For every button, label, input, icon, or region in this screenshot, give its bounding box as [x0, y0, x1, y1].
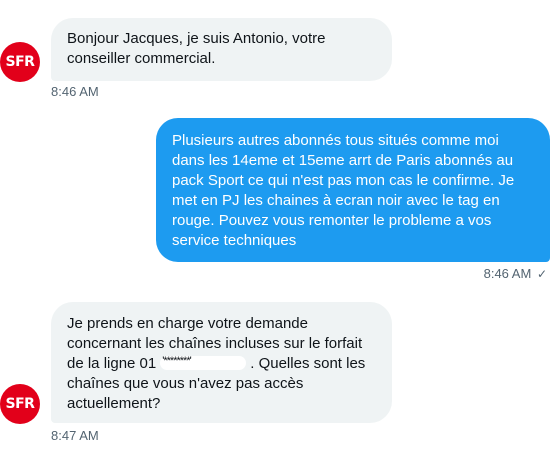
message-line: rouge. Pouvez vous remonter le probleme …: [172, 212, 492, 229]
message-line: concernant les chaînes incluses sur le f…: [67, 335, 363, 352]
message-timestamp: 8:46 AM: [483, 266, 532, 281]
outgoing-message-bubble: Plusieurs autres abonnés tous situés com…: [156, 118, 550, 262]
message-timestamp: 8:46 AM: [51, 84, 99, 99]
message-line: Je prends en charge votre demande: [67, 315, 308, 332]
message-line: Plusieurs autres abonnés tous situés com…: [172, 132, 499, 149]
message-line: service techniques: [172, 232, 297, 249]
message-line: pack Sport ce qui n'est pas mon cas le c…: [172, 172, 515, 189]
message-line: met en PJ les chaines à ecran noir avec …: [172, 192, 500, 209]
incoming-message-bubble: Je prends en charge votre demande concer…: [51, 302, 392, 423]
sfr-avatar[interactable]: SFR: [0, 384, 40, 424]
avatar-logo-text: SFR: [5, 54, 35, 70]
avatar-logo-text: SFR: [5, 396, 35, 412]
redacted-phone-number: '********': [160, 355, 247, 370]
redacted-text: '********': [162, 355, 191, 367]
sfr-avatar[interactable]: SFR: [0, 42, 40, 82]
message-line: chaînes que vous n'avez pas accès: [67, 375, 304, 392]
message-line: actuellement?: [67, 395, 161, 412]
message-timestamp-row: 8:46 AM ✓: [484, 266, 547, 281]
message-text: . Quelles sont les: [250, 355, 366, 372]
sent-check-icon: ✓: [536, 267, 547, 281]
message-line: conseiller commercial.: [67, 50, 216, 67]
message-text: de la ligne 01: [67, 355, 157, 372]
message-line: Bonjour Jacques, je suis Antonio, votre: [67, 30, 326, 47]
message-line: de la ligne 01 '********' . Quelles sont l…: [67, 354, 376, 374]
message-timestamp: 8:47 AM: [51, 428, 99, 443]
incoming-message-bubble: Bonjour Jacques, je suis Antonio, votre …: [51, 18, 392, 81]
message-line: dans les 14eme et 15eme arrt de Paris ab…: [172, 152, 514, 169]
